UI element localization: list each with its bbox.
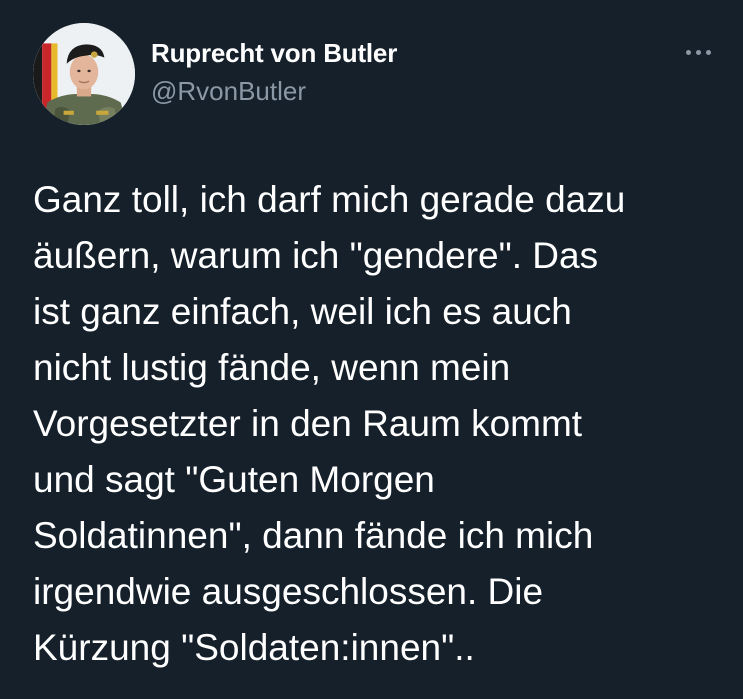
- more-dot: [685, 49, 691, 55]
- author-avatar[interactable]: [33, 23, 135, 125]
- tweet-card: Ruprecht von Butler @RvonButler Ganz tol…: [0, 0, 743, 699]
- more-dot: [705, 49, 711, 55]
- tweet-text: Ganz toll, ich darf mich gerade dazu äuß…: [33, 179, 626, 668]
- author-display-name[interactable]: Ruprecht von Butler: [151, 38, 397, 69]
- more-dot: [695, 49, 701, 55]
- author-handle[interactable]: @RvonButler: [151, 76, 306, 107]
- more-options-icon[interactable]: [680, 40, 716, 64]
- avatar-photo-icon: [33, 23, 135, 125]
